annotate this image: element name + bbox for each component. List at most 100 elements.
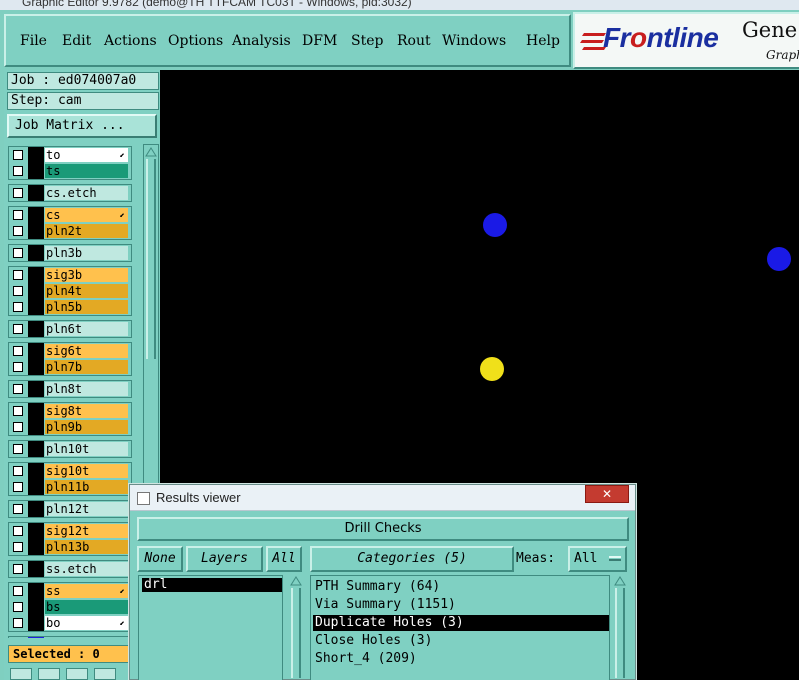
layer-row-pln13b[interactable]: pln13b xyxy=(9,539,132,555)
layer-checkbox[interactable] xyxy=(13,618,23,628)
layer-name[interactable]: ts xyxy=(45,164,128,178)
layer-checkbox[interactable] xyxy=(13,210,23,220)
menu-options[interactable]: Options xyxy=(168,33,223,49)
layer-row-sig8t[interactable]: sig8t xyxy=(9,403,132,419)
layer-row-ts[interactable]: ts xyxy=(9,163,132,179)
layer-checkbox[interactable] xyxy=(13,482,23,492)
layer-name[interactable]: pln12t xyxy=(45,502,128,516)
layer-name[interactable]: pln9b xyxy=(45,420,128,434)
category-item[interactable]: Short_4 (209) xyxy=(313,651,609,667)
menu-file[interactable]: File xyxy=(20,33,47,49)
close-button[interactable]: ✕ xyxy=(585,485,629,503)
layer-checkbox[interactable] xyxy=(13,444,23,454)
drill-pad[interactable] xyxy=(767,247,791,271)
layer-checkbox[interactable] xyxy=(13,188,23,198)
list-item[interactable]: drl xyxy=(142,578,282,592)
layer-color-swatch[interactable] xyxy=(28,163,44,179)
layer-row-pln8t[interactable]: pln8t xyxy=(9,381,132,397)
layer-row-bo[interactable]: bo ⬋ xyxy=(9,615,132,631)
layer-row-pln2t[interactable]: pln2t xyxy=(9,223,132,239)
layer-name[interactable]: pln11b xyxy=(45,480,128,494)
menu-actions[interactable]: Actions xyxy=(104,33,157,49)
layer-row-pln6t[interactable]: pln6t xyxy=(9,321,132,337)
layer-name[interactable]: sig3b xyxy=(45,268,128,282)
menu-step[interactable]: Step xyxy=(351,33,383,49)
layer-checkbox[interactable] xyxy=(13,248,23,258)
layer-color-swatch[interactable] xyxy=(28,147,44,163)
layer-color-swatch[interactable] xyxy=(28,599,44,615)
layer-row-pln4t[interactable]: pln4t xyxy=(9,283,132,299)
layer-row-ss[interactable]: ss ⬋ xyxy=(9,583,132,599)
layer-row-pln11b[interactable]: pln11b xyxy=(9,479,132,495)
layer-checkbox[interactable] xyxy=(13,324,23,334)
layer-color-swatch[interactable] xyxy=(28,463,44,479)
layer-row-to[interactable]: to ⬋ xyxy=(9,147,132,163)
layer-name[interactable]: pln8t xyxy=(45,382,128,396)
categories-button[interactable]: Categories (5) xyxy=(310,546,514,572)
tool-button-1[interactable] xyxy=(10,668,32,680)
layer-color-swatch[interactable] xyxy=(28,419,44,435)
layer-name[interactable]: bs xyxy=(45,600,128,614)
layer-checkbox[interactable] xyxy=(13,302,23,312)
layer-checkbox[interactable] xyxy=(13,602,23,612)
layer-checkbox[interactable] xyxy=(13,564,23,574)
layer-color-swatch[interactable] xyxy=(28,381,44,397)
layer-checkbox[interactable] xyxy=(13,150,23,160)
layer-row-drl[interactable]: drl xyxy=(9,637,132,638)
results-titlebar[interactable]: Results viewer ✕ xyxy=(130,485,635,511)
layer-checkbox[interactable] xyxy=(13,286,23,296)
category-item[interactable]: PTH Summary (64) xyxy=(313,579,609,595)
layer-checkbox[interactable] xyxy=(13,526,23,536)
layer-color-swatch[interactable] xyxy=(28,359,44,375)
layer-color-swatch[interactable] xyxy=(28,501,44,517)
layer-name[interactable]: ss.etch xyxy=(45,562,128,576)
layer-checkbox[interactable] xyxy=(13,384,23,394)
job-matrix-button[interactable]: Job Matrix ... xyxy=(7,114,157,138)
layer-name[interactable]: cs.etch xyxy=(45,186,128,200)
layer-name[interactable]: pln13b xyxy=(45,540,128,554)
layer-color-swatch[interactable] xyxy=(28,343,44,359)
layer-color-swatch[interactable] xyxy=(28,207,44,223)
layer-color-swatch[interactable] xyxy=(28,185,44,201)
layer-color-swatch[interactable] xyxy=(28,283,44,299)
menu-analysis[interactable]: Analysis xyxy=(232,33,291,49)
layer-color-swatch[interactable] xyxy=(28,523,44,539)
layer-name[interactable]: pln4t xyxy=(45,284,128,298)
layer-checkbox[interactable] xyxy=(13,504,23,514)
layer-name[interactable]: sig10t xyxy=(45,464,128,478)
layer-checkbox[interactable] xyxy=(13,346,23,356)
layer-checkbox[interactable] xyxy=(13,406,23,416)
category-item[interactable]: Duplicate Holes (3) xyxy=(313,615,609,631)
layer-color-swatch[interactable] xyxy=(28,223,44,239)
layer-color-swatch[interactable] xyxy=(28,267,44,283)
menu-help[interactable]: Help xyxy=(526,33,560,49)
layer-name[interactable]: pln7b xyxy=(45,360,128,374)
scrollbar-thumb[interactable] xyxy=(615,588,625,678)
menu-rout[interactable]: Rout xyxy=(397,33,431,49)
categories-scrollbar[interactable] xyxy=(614,575,628,680)
layer-checkbox[interactable] xyxy=(13,166,23,176)
tool-button-2[interactable] xyxy=(38,668,60,680)
layer-color-swatch[interactable] xyxy=(28,441,44,457)
scrollbar-thumb[interactable] xyxy=(291,588,301,678)
scroll-up-icon[interactable] xyxy=(145,146,157,158)
tool-button-4[interactable] xyxy=(94,668,116,680)
layer-row-sig6t[interactable]: sig6t xyxy=(9,343,132,359)
layer-row-pln12t[interactable]: pln12t xyxy=(9,501,132,517)
layer-name[interactable]: cs ⬋ xyxy=(45,208,128,222)
menu-edit[interactable]: Edit xyxy=(62,33,91,49)
layer-color-swatch[interactable] xyxy=(28,403,44,419)
layer-row-sig12t[interactable]: sig12t xyxy=(9,523,132,539)
layer-name[interactable]: bo ⬋ xyxy=(45,616,128,630)
layer-name[interactable]: ss ⬋ xyxy=(45,584,128,598)
layer-name[interactable]: sig6t xyxy=(45,344,128,358)
layer-row-pln10t[interactable]: pln10t xyxy=(9,441,132,457)
layer-row-cs[interactable]: cs ⬋ xyxy=(9,207,132,223)
layer-row-pln7b[interactable]: pln7b xyxy=(9,359,132,375)
layer-name[interactable]: pln5b xyxy=(45,300,128,314)
layer-row-pln3b[interactable]: pln3b xyxy=(9,245,132,261)
layer-name[interactable]: to ⬋ xyxy=(45,148,128,162)
layer-name[interactable]: pln6t xyxy=(45,322,128,336)
layer-checkbox[interactable] xyxy=(13,226,23,236)
none-button[interactable]: None xyxy=(137,546,183,572)
